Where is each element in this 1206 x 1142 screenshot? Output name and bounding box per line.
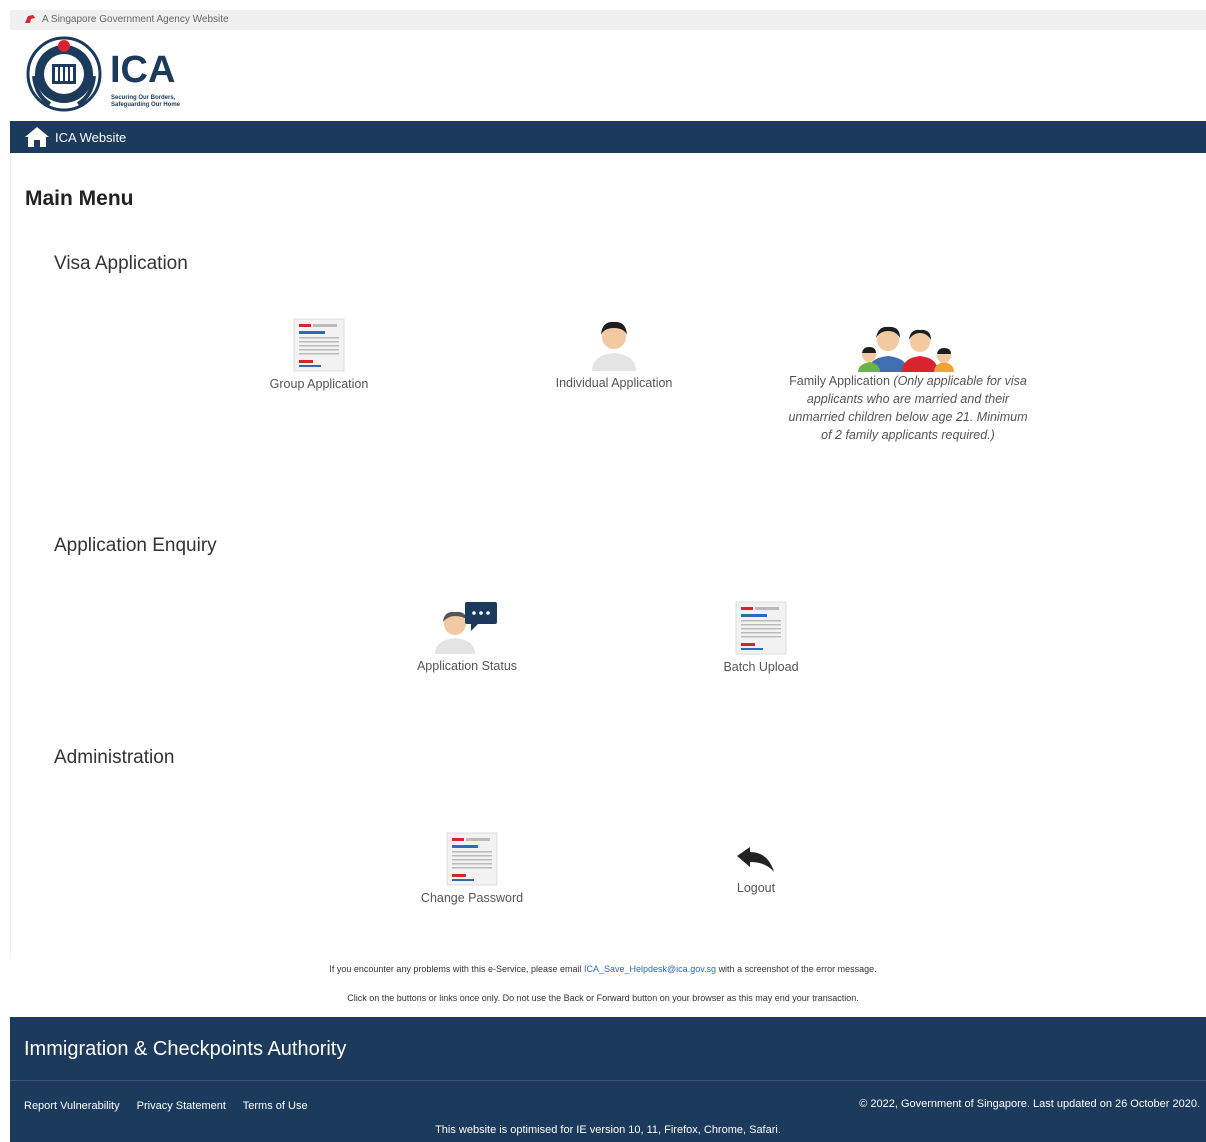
help-note: If you encounter any problems with this … [0,964,1206,974]
family-application-title: Family Application [789,374,890,388]
family-application-button[interactable] [856,318,960,377]
help-note-pre: If you encounter any problems with this … [329,964,582,974]
individual-application-label: Individual Application [555,376,673,390]
batch-upload-button[interactable]: Batch Upload [711,601,811,674]
person-icon [592,321,636,371]
family-application-label[interactable]: Family Application (Only applicable for … [783,372,1033,444]
individual-application-button[interactable]: Individual Application [544,317,684,390]
document-icon [735,601,787,655]
lion-head-icon [25,15,35,23]
application-status-label: Application Status [416,659,518,673]
logout-button[interactable]: Logout [721,846,791,895]
svg-text:Safeguarding Our Home: Safeguarding Our Home [111,102,181,108]
help-note-post: with a screenshot of the error message. [718,964,877,974]
group-application-label: Group Application [269,377,369,391]
change-password-label: Change Password [420,891,524,905]
group-application-button[interactable]: Group Application [259,318,379,391]
ica-logo[interactable]: ICA Securing Our Borders, Safeguarding O… [26,36,206,117]
report-vulnerability-link[interactable]: Report Vulnerability [24,1100,120,1112]
svg-text:ICA: ICA [110,49,175,91]
section-application-enquiry: Application Enquiry [54,535,217,556]
gov-masthead: A Singapore Government Agency Website [10,10,1206,30]
logout-arrow-icon [737,847,774,872]
terms-of-use-link[interactable]: Terms of Use [243,1100,308,1112]
batch-upload-label: Batch Upload [723,660,799,674]
footer-links: Report Vulnerability Privacy Statement T… [24,1100,322,1112]
site-footer: Immigration & Checkpoints Authority Repo… [10,1017,1206,1142]
ica-website-link[interactable]: ICA Website [55,130,126,145]
logout-label: Logout [736,881,776,895]
browser-support-text: This website is optimised for IE version… [435,1124,781,1136]
section-administration: Administration [54,747,175,768]
chat-person-icon [435,602,497,654]
page-title: Main Menu [25,187,134,210]
privacy-statement-link[interactable]: Privacy Statement [137,1100,226,1112]
helpdesk-email-link[interactable]: ICA_Save_Helpdesk@ica.gov.sg [584,964,716,974]
top-navbar: ICA Website [10,121,1206,153]
application-status-button[interactable]: Application Status [407,600,527,673]
home-icon[interactable] [24,126,50,148]
copyright-text: © 2022, Government of Singapore. Last up… [859,1098,1200,1110]
family-icon [858,326,954,372]
footer-divider [10,1080,1206,1081]
change-password-button[interactable]: Change Password [407,832,537,905]
footer-agency-name: Immigration & Checkpoints Authority [24,1038,347,1060]
navigation-warning: Click on the buttons or links once only.… [347,993,859,1003]
main-content: Main Menu Visa Application Group Applica… [10,153,1206,958]
ica-crest-icon: ICA Securing Our Borders, Safeguarding O… [26,36,181,112]
document-icon [293,318,345,372]
section-visa-application: Visa Application [54,253,188,274]
document-icon [446,832,498,886]
svg-text:Securing Our Borders,: Securing Our Borders, [111,95,176,101]
masthead-text: A Singapore Government Agency Website [42,14,229,25]
